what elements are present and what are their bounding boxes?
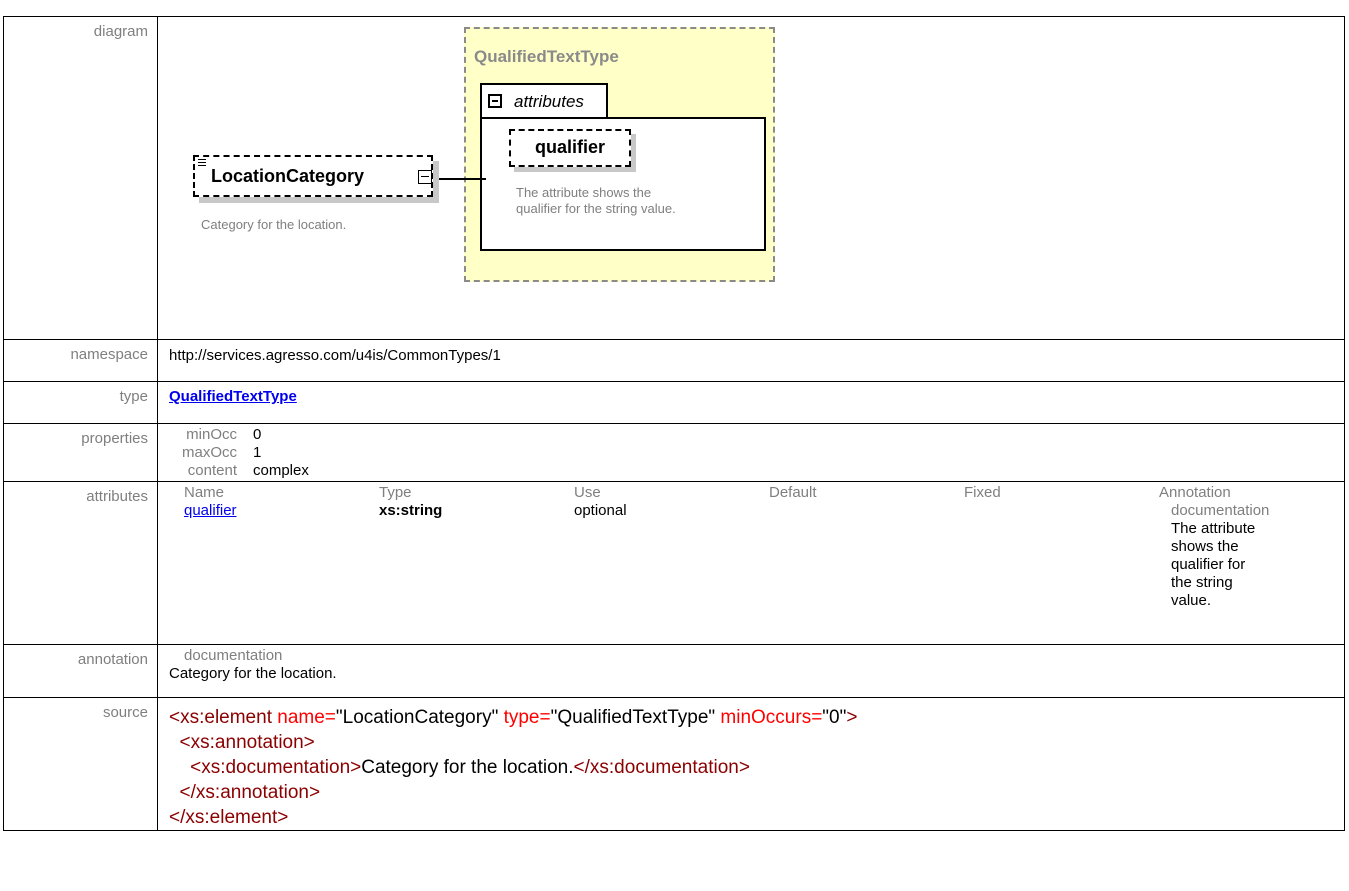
property-key: minOcc bbox=[186, 426, 237, 443]
attribute-doc-line: The attribute shows the bbox=[516, 185, 652, 200]
attributes-table: Name qualifier Type xs:string Use option… bbox=[169, 482, 1344, 638]
row-label-diagram: diagram bbox=[3, 16, 158, 340]
complex-type-title: QualifiedTextType bbox=[474, 47, 619, 66]
collapse-minus-icon[interactable] bbox=[488, 94, 502, 108]
attributes-tab-label: attributes bbox=[514, 92, 584, 111]
attr-header-annotation: Annotation bbox=[1159, 484, 1231, 501]
attr-annotation-text: The attribute shows the qualifier for th… bbox=[1171, 520, 1309, 610]
diagram-row: diagram QualifiedTextType attributes qua… bbox=[3, 16, 1345, 340]
property-key: maxOcc bbox=[181, 444, 237, 461]
source-token: <xs:documentation> bbox=[169, 757, 362, 778]
attribute-qualifier-box[interactable]: qualifier bbox=[509, 129, 631, 167]
attr-header-fixed: Fixed bbox=[964, 484, 1001, 501]
row-label-annotation: annotation bbox=[3, 644, 158, 698]
source-token: "0" bbox=[822, 707, 847, 728]
attr-annotation-label: documentation bbox=[1171, 502, 1270, 519]
row-label-type: type bbox=[3, 381, 158, 424]
row-label-properties: properties bbox=[3, 423, 158, 482]
attributes-row: attributes Name qualifier Type xs:string… bbox=[3, 481, 1345, 645]
source-row: source <xs:element name="LocationCategor… bbox=[3, 697, 1345, 831]
properties-row: properties minOcc 0 maxOcc 1 content com… bbox=[3, 423, 1345, 482]
attr-header-name: Name bbox=[184, 484, 225, 501]
namespace-value: http://services.agresso.com/u4is/CommonT… bbox=[169, 347, 501, 364]
source-code: <xs:element name="LocationCategory" type… bbox=[169, 698, 1344, 830]
source-token: Category for the location. bbox=[361, 757, 574, 778]
annotation-line: value. bbox=[1171, 592, 1212, 609]
element-doc: Category for the location. bbox=[201, 217, 347, 232]
annotation-text: Category for the location. bbox=[169, 665, 337, 682]
element-box[interactable]: LocationCategory bbox=[193, 155, 433, 197]
text-lines-icon bbox=[198, 159, 206, 167]
property-value: complex bbox=[253, 462, 309, 479]
annotation-label: documentation bbox=[184, 647, 283, 664]
namespace-row: namespace http://services.agresso.com/u4… bbox=[3, 339, 1345, 382]
annotation-line: The attribute bbox=[1171, 520, 1256, 537]
annotation-line: qualifier for bbox=[1171, 556, 1246, 573]
row-label-namespace: namespace bbox=[3, 339, 158, 382]
attributes-panel: qualifier The attribute shows the qualif… bbox=[480, 117, 766, 251]
source-token: </xs:element> bbox=[169, 807, 289, 828]
annotation-line: shows the bbox=[1171, 538, 1239, 555]
connector-line bbox=[430, 178, 486, 180]
attributes-tab[interactable]: attributes bbox=[480, 83, 608, 119]
properties-grid: minOcc 0 maxOcc 1 content complex bbox=[169, 426, 1344, 480]
attr-header-use: Use bbox=[574, 484, 601, 501]
source-token: name= bbox=[271, 707, 336, 728]
row-label-attributes: attributes bbox=[3, 481, 158, 645]
property-value: 0 bbox=[253, 426, 262, 443]
element-doc-table: diagram QualifiedTextType attributes qua… bbox=[3, 16, 1345, 831]
attr-header-default: Default bbox=[769, 484, 817, 501]
row-label-source: source bbox=[3, 697, 158, 831]
attr-use-value: optional bbox=[574, 502, 627, 519]
source-token: > bbox=[846, 707, 858, 728]
type-row: type QualifiedTextType bbox=[3, 381, 1345, 424]
source-token: "QualifiedTextType" bbox=[550, 707, 716, 728]
attribute-doc-line: qualifier for the string value. bbox=[516, 201, 676, 216]
element-collapse-minus-icon[interactable] bbox=[418, 170, 432, 184]
source-token: minOccurs= bbox=[715, 707, 823, 728]
source-token: type= bbox=[498, 707, 551, 728]
attr-qualifier-link[interactable]: qualifier bbox=[184, 502, 237, 519]
source-token: <xs:annotation> bbox=[169, 732, 315, 753]
diagram-cell: QualifiedTextType attributes qualifier T… bbox=[157, 16, 1345, 340]
annotation-row: annotation documentation Category for th… bbox=[3, 644, 1345, 698]
property-value: 1 bbox=[253, 444, 262, 461]
source-token: </xs:documentation> bbox=[573, 757, 750, 778]
complex-type-box: QualifiedTextType attributes qualifier T… bbox=[464, 27, 775, 282]
attr-header-type: Type bbox=[379, 484, 412, 501]
type-link[interactable]: QualifiedTextType bbox=[169, 388, 297, 405]
element-name: LocationCategory bbox=[211, 166, 365, 186]
schema-diagram: QualifiedTextType attributes qualifier T… bbox=[158, 17, 1344, 333]
annotation-line: the string bbox=[1171, 574, 1233, 591]
attribute-qualifier-doc: The attribute shows the qualifier for th… bbox=[516, 185, 756, 217]
property-key: content bbox=[187, 462, 237, 479]
source-token: </xs:annotation> bbox=[169, 782, 321, 803]
source-token: <xs:element bbox=[169, 707, 272, 728]
attr-type-value: xs:string bbox=[379, 502, 443, 519]
source-token: "LocationCategory" bbox=[335, 707, 499, 728]
